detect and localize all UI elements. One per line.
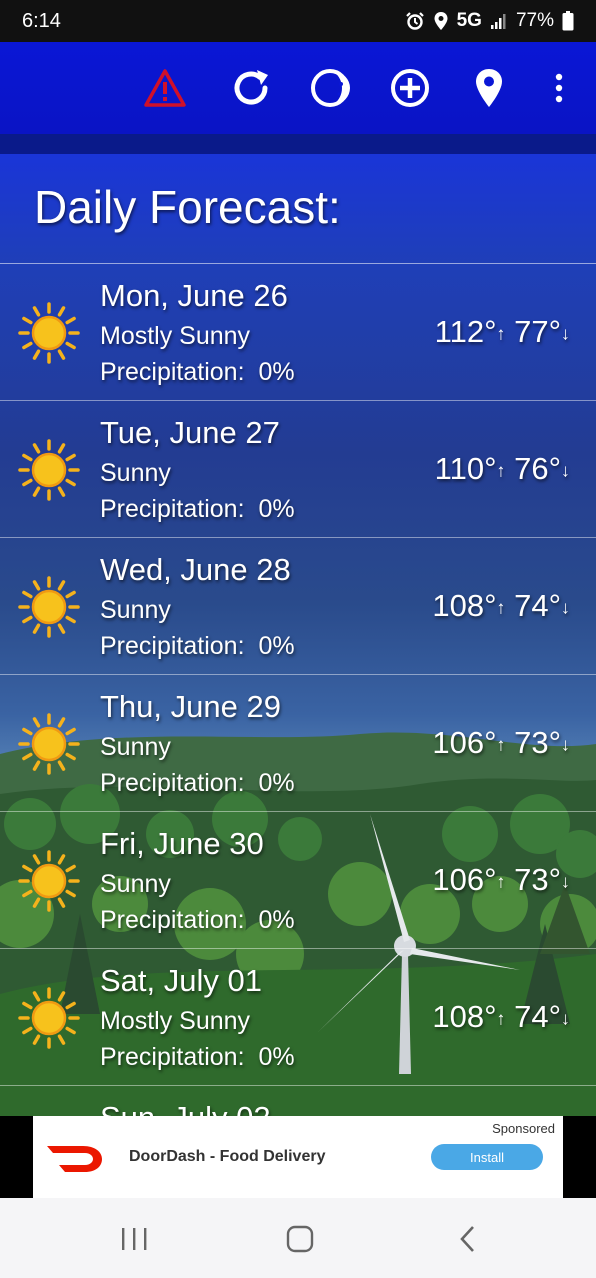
forecast-precipitation: Precipitation: 0%: [100, 906, 295, 934]
app-toolbar: [0, 42, 596, 134]
toolbar-divider: [0, 134, 596, 154]
battery-icon: [562, 11, 574, 31]
high-temp: 106°: [432, 725, 497, 760]
forecast-temps: 106°↑ 73°↓: [432, 725, 570, 761]
ad-sponsored-label: Sponsored: [492, 1121, 555, 1136]
location-pin-icon[interactable]: [467, 66, 511, 110]
forecast-condition: Sunny: [100, 596, 171, 624]
forecast-list[interactable]: Mon, June 26 Mostly Sunny Precipitation:…: [0, 264, 596, 1116]
alarm-icon: [405, 11, 425, 31]
forecast-temps: 108°↑ 74°↓: [432, 999, 570, 1035]
forecast-row[interactable]: Sun, July 02: [0, 1086, 596, 1116]
ad-banner[interactable]: Sponsored DoorDash - Food Delivery Insta…: [33, 1116, 563, 1198]
low-temp: 74°: [514, 999, 561, 1034]
page-title: Daily Forecast:: [34, 181, 341, 233]
ad-app-name: DoorDash - Food Delivery: [129, 1148, 326, 1165]
forecast-row[interactable]: Fri, June 30 Sunny Precipitation: 0% 106…: [0, 812, 596, 949]
down-arrow-icon: ↓: [561, 460, 570, 481]
forecast-row[interactable]: Wed, June 28 Sunny Precipitation: 0% 108…: [0, 538, 596, 675]
down-arrow-icon: ↓: [561, 323, 570, 344]
forecast-precipitation: Precipitation: 0%: [100, 632, 295, 660]
status-bar: 6:14 5G 77%: [0, 0, 596, 42]
up-arrow-icon: ↑: [496, 871, 506, 892]
overflow-menu-icon[interactable]: [537, 66, 581, 110]
forecast-condition: Mostly Sunny: [100, 1007, 251, 1035]
high-temp: 110°: [434, 451, 497, 486]
forecast-row[interactable]: Mon, June 26 Mostly Sunny Precipitation:…: [0, 264, 596, 401]
up-arrow-icon: ↑: [496, 597, 506, 618]
back-icon[interactable]: [446, 1222, 490, 1256]
forecast-condition: Mostly Sunny: [100, 322, 251, 350]
system-nav-bar: [0, 1198, 596, 1278]
doordash-logo-icon: [45, 1140, 105, 1174]
forecast-day: Tue, June 27: [100, 415, 280, 450]
status-time: 6:14: [22, 9, 61, 32]
forecast-row[interactable]: Thu, June 29 Sunny Precipitation: 0% 106…: [0, 675, 596, 812]
recent-apps-icon[interactable]: [112, 1222, 156, 1256]
forecast-precipitation: Precipitation: 0%: [100, 1043, 295, 1071]
down-arrow-icon: ↓: [561, 871, 570, 892]
forecast-precipitation: Precipitation: 0%: [100, 495, 295, 523]
forecast-temps: 106°↑ 73°↓: [432, 862, 570, 898]
warning-icon[interactable]: [143, 66, 187, 110]
home-icon[interactable]: [278, 1222, 322, 1256]
low-temp: 73°: [514, 862, 561, 897]
sun-icon: [18, 576, 80, 638]
forecast-day: Thu, June 29: [100, 689, 281, 724]
forecast-temps: 110°↑ 76°↓: [435, 451, 570, 487]
moon-phase-icon[interactable]: [308, 66, 352, 110]
install-button[interactable]: Install: [431, 1144, 543, 1170]
page-header: Daily Forecast:: [0, 154, 596, 264]
signal-icon: [490, 12, 508, 30]
down-arrow-icon: ↓: [561, 734, 570, 755]
ad-banner-container: Sponsored DoorDash - Food Delivery Insta…: [0, 1116, 596, 1198]
forecast-row[interactable]: Sat, July 01 Mostly Sunny Precipitation:…: [0, 949, 596, 1086]
status-indicators: 5G 77%: [405, 10, 574, 32]
high-temp: 106°: [432, 862, 497, 897]
forecast-day: Mon, June 26: [100, 278, 288, 313]
high-temp: 108°: [432, 999, 497, 1034]
forecast-condition: Sunny: [100, 733, 171, 761]
network-label: 5G: [456, 10, 482, 31]
high-temp: 108°: [432, 588, 497, 623]
low-temp: 74°: [514, 588, 561, 623]
refresh-icon[interactable]: [229, 66, 273, 110]
up-arrow-icon: ↑: [496, 460, 506, 481]
forecast-precipitation: Precipitation: 0%: [100, 769, 295, 797]
high-temp: 112°: [434, 314, 497, 349]
sun-icon: [18, 439, 80, 501]
low-temp: 77°: [514, 314, 561, 349]
location-icon: [433, 11, 449, 31]
down-arrow-icon: ↓: [561, 597, 570, 618]
forecast-day: Sun, July 02: [100, 1100, 271, 1116]
sun-icon: [18, 987, 80, 1049]
sun-icon: [18, 302, 80, 364]
low-temp: 76°: [514, 451, 561, 486]
forecast-day: Fri, June 30: [100, 826, 264, 861]
up-arrow-icon: ↑: [496, 734, 506, 755]
forecast-day: Wed, June 28: [100, 552, 291, 587]
forecast-precipitation: Precipitation: 0%: [100, 358, 295, 386]
up-arrow-icon: ↑: [496, 1008, 506, 1029]
down-arrow-icon: ↓: [561, 1008, 570, 1029]
forecast-condition: Sunny: [100, 459, 171, 487]
forecast-condition: Sunny: [100, 870, 171, 898]
up-arrow-icon: ↑: [496, 323, 506, 344]
forecast-temps: 108°↑ 74°↓: [432, 588, 570, 624]
forecast-day: Sat, July 01: [100, 963, 262, 998]
forecast-row[interactable]: Tue, June 27 Sunny Precipitation: 0% 110…: [0, 401, 596, 538]
forecast-temps: 112°↑ 77°↓: [435, 314, 570, 350]
sun-icon: [18, 850, 80, 912]
add-location-icon[interactable]: [388, 66, 432, 110]
low-temp: 73°: [514, 725, 561, 760]
sun-icon: [18, 713, 80, 775]
battery-percent: 77%: [515, 10, 554, 31]
forecast-scene: Daily Forecast: Mon, June 26 Mostly Sunn…: [0, 154, 596, 1116]
